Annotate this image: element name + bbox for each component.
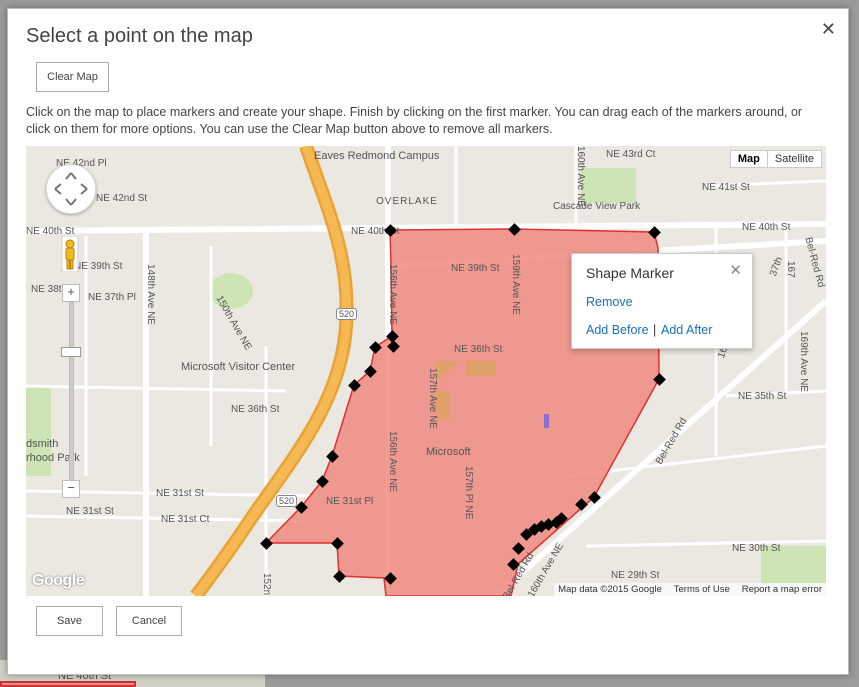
shape-marker-popup: Shape Marker ✕ Remove Add Before | Add A…: [571, 253, 753, 349]
pan-arrows-icon: [54, 172, 88, 206]
street-view-pegman-icon[interactable]: [60, 236, 80, 272]
map-label: NE 31st Ct: [161, 514, 210, 525]
map-label-overlake: OVERLAKE: [376, 196, 438, 207]
highway-shield: 520: [276, 495, 298, 507]
map-label: NE 39th St: [451, 263, 500, 274]
popup-close-icon[interactable]: ✕: [729, 261, 742, 279]
map-label: NE 31st St: [66, 506, 114, 517]
map-label: 157th Ave NE: [427, 368, 438, 429]
add-after-link[interactable]: Add After: [661, 323, 712, 337]
map-label: dsmith: [26, 438, 59, 450]
select-point-dialog: Select a point on the map ✕ Clear Map Cl…: [7, 8, 849, 675]
save-button[interactable]: Save: [36, 606, 103, 636]
pan-control[interactable]: [46, 164, 96, 214]
map-label-park: Cascade View Park: [553, 201, 641, 212]
map-label-poi: Microsoft Visitor Center: [181, 361, 296, 373]
zoom-out-button[interactable]: −: [62, 480, 80, 498]
clear-map-button[interactable]: Clear Map: [36, 62, 109, 92]
building: [436, 391, 450, 419]
map-label: NE 31st St: [156, 488, 204, 499]
map-label: NE 40th St: [742, 222, 791, 233]
zoom-slider-track[interactable]: [69, 302, 74, 482]
map-label: 156th Ave NE: [387, 264, 398, 325]
map-label: NE 43rd Ct: [606, 149, 656, 160]
map-label: NE 35th St: [738, 391, 787, 402]
popup-title: Shape Marker: [586, 265, 674, 281]
add-before-link[interactable]: Add Before: [586, 323, 649, 337]
map-type-control: Map Satellite: [729, 150, 822, 168]
remove-marker-link[interactable]: Remove: [586, 295, 633, 309]
zoom-in-button[interactable]: +: [62, 284, 80, 302]
map-graphics: [26, 146, 826, 596]
instructions-text: Click on the map to place markers and cr…: [26, 105, 803, 136]
cancel-button[interactable]: Cancel: [116, 606, 182, 636]
map-label: 152n: [261, 573, 272, 596]
map-label: 167: [785, 261, 796, 278]
map-label: 156th Ave NE: [387, 431, 398, 492]
zoom-slider-handle[interactable]: [61, 347, 81, 357]
report-map-error-link[interactable]: Report a map error: [742, 584, 822, 595]
map-label: 148th Ave NE: [145, 264, 156, 325]
map-label-eaves: Eaves Redmond Campus: [314, 150, 440, 162]
map-type-map-button[interactable]: Map: [731, 151, 767, 167]
map-label: NE 30th St: [732, 543, 781, 554]
map-label: NE 36th St: [231, 404, 280, 415]
map-label: 169th Ave NE: [798, 331, 809, 392]
map-label: NE 29th St: [611, 570, 660, 581]
map-label-poi: Microsoft: [426, 446, 471, 458]
close-icon[interactable]: ✕: [821, 19, 836, 40]
park-area: [581, 168, 636, 203]
map-attribution: Map data ©2015 Google Terms of Use Repor…: [554, 583, 826, 596]
map-label: 159th Ave NE: [510, 254, 521, 315]
map-label: NE 42nd St: [96, 193, 148, 204]
building: [544, 414, 549, 428]
link-separator: |: [653, 323, 657, 337]
dialog-title: Select a point on the map: [26, 25, 253, 47]
background-shape: [0, 681, 136, 687]
map-label: NE 37th Pl: [88, 292, 136, 303]
map-label: NE 41st St: [702, 182, 750, 193]
map-canvas[interactable]: Eaves Redmond Campus NE 43rd Ct NE 42nd …: [26, 146, 826, 596]
map-label: NE 36th St: [454, 344, 503, 355]
terms-of-use-link[interactable]: Terms of Use: [674, 584, 730, 595]
map-label: NE 31st Pl: [326, 496, 374, 507]
building: [466, 361, 496, 376]
map-label: 160th Ave NE: [575, 146, 586, 207]
highway-shield: 520: [336, 308, 358, 320]
map-label: NE 39th St: [74, 261, 123, 272]
attribution-data: Map data ©2015 Google: [558, 584, 662, 595]
map-label: 157th Pl NE: [463, 466, 474, 520]
map-type-satellite-button[interactable]: Satellite: [766, 151, 821, 167]
google-logo[interactable]: Google: [32, 572, 85, 590]
